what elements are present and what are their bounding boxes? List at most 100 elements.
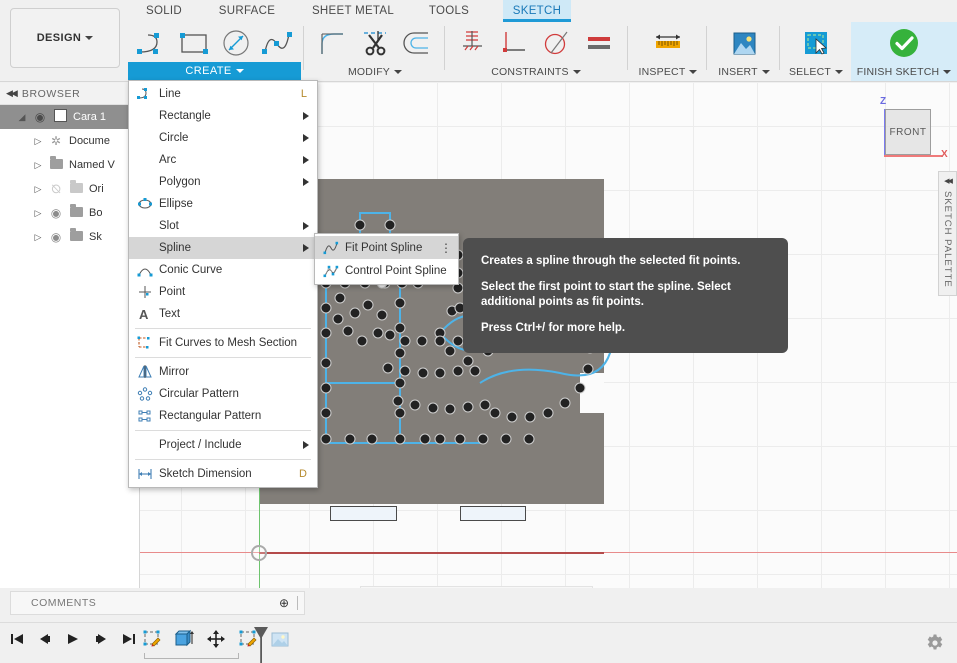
submenu-arrow-icon xyxy=(303,244,309,252)
menu-item-rectangular-pattern[interactable]: Rectangular Pattern xyxy=(129,405,317,427)
equal-icon[interactable] xyxy=(580,25,618,61)
timeline-status-bar xyxy=(0,622,957,663)
design-workspace-button[interactable]: DESIGN xyxy=(10,8,120,68)
tab-solid[interactable]: SOLID xyxy=(133,0,195,22)
tree-item-bodies[interactable]: ▷ ◉ Bo xyxy=(0,201,139,225)
folder-icon xyxy=(66,203,86,220)
ribbon-group-inspect: INSPECT xyxy=(632,22,704,81)
x-axis-indicator xyxy=(884,155,942,157)
view-cube-face[interactable]: FRONT xyxy=(885,109,931,155)
fit-curves-icon xyxy=(135,336,155,350)
menu-item-sketch-dimension[interactable]: Sketch Dimension D xyxy=(129,463,317,485)
expand-arrow-icon[interactable]: ▷ xyxy=(30,136,46,147)
rectangle-icon[interactable] xyxy=(175,25,213,61)
ribbon-group-finish-sketch[interactable]: FINISH SKETCH xyxy=(851,22,957,81)
line-icon[interactable] xyxy=(133,25,171,61)
perpendicular-icon[interactable] xyxy=(496,25,534,61)
tree-item-document-settings[interactable]: ▷ ✲ Docume xyxy=(0,129,139,153)
expand-arrow-icon[interactable]: ▷ xyxy=(30,160,46,171)
z-axis-label: Z xyxy=(880,96,887,107)
trim-icon[interactable] xyxy=(356,25,394,61)
menu-item-text[interactable]: A Text xyxy=(129,303,317,325)
fix-constraint-icon[interactable] xyxy=(454,25,492,61)
tab-sheet-metal[interactable]: SHEET METAL xyxy=(305,0,401,22)
menu-item-line[interactable]: Line L xyxy=(129,83,317,105)
create-dropdown-button[interactable]: CREATE xyxy=(128,62,301,80)
timeline-marker[interactable] xyxy=(252,625,270,663)
tab-tools[interactable]: TOOLS xyxy=(420,0,478,22)
circle-icon[interactable] xyxy=(217,25,255,61)
resize-handle[interactable] xyxy=(297,596,298,610)
ribbon-group-inspect-label: INSPECT xyxy=(632,66,704,78)
select-window-icon[interactable] xyxy=(797,25,835,61)
menu-item-point[interactable]: Point xyxy=(129,281,317,303)
offset-icon[interactable] xyxy=(398,25,436,61)
check-icon[interactable] xyxy=(885,25,923,61)
expand-arrow-icon[interactable]: ▷ xyxy=(30,184,46,195)
tree-item-label: Bo xyxy=(89,207,103,219)
origin-point xyxy=(251,545,267,561)
fillet-icon[interactable] xyxy=(314,25,352,61)
view-cube[interactable]: FRONT Z X xyxy=(875,96,948,161)
menu-item-slot[interactable]: Slot xyxy=(129,215,317,237)
expand-arrow-icon[interactable]: ▷ xyxy=(30,208,46,219)
tree-item-origin[interactable]: ▷ ⦰ Ori xyxy=(0,177,139,201)
visibility-eye-icon[interactable]: ◉ xyxy=(46,230,66,244)
collapse-left-icon[interactable]: ◀◀ xyxy=(944,177,953,185)
tangent-icon[interactable] xyxy=(538,25,576,61)
jump-to-beginning-icon[interactable] xyxy=(8,629,26,649)
divider xyxy=(135,430,311,431)
conic-curve-icon xyxy=(135,263,155,277)
step-back-icon[interactable] xyxy=(36,629,54,649)
play-icon[interactable] xyxy=(64,629,82,649)
tree-item-named-views[interactable]: ▷ Named V xyxy=(0,153,139,177)
chevron-down-icon xyxy=(943,70,952,75)
menu-item-fit-point-spline[interactable]: Fit Point Spline ⋮ xyxy=(315,236,458,259)
submenu-arrow-icon xyxy=(303,156,309,164)
timeline-item-move[interactable] xyxy=(204,627,228,651)
visibility-hidden-icon[interactable]: ⦰ xyxy=(46,182,66,197)
menu-item-fit-curves-to-mesh-section[interactable]: Fit Curves to Mesh Section xyxy=(129,332,317,354)
step-forward-icon[interactable] xyxy=(92,629,110,649)
menu-item-arc[interactable]: Arc xyxy=(129,149,317,171)
expand-arrow-icon[interactable]: ◢ xyxy=(14,112,30,123)
menu-item-circle[interactable]: Circle xyxy=(129,127,317,149)
menu-item-polygon[interactable]: Polygon xyxy=(129,171,317,193)
measure-icon[interactable] xyxy=(649,25,687,61)
spline-icon[interactable] xyxy=(259,25,297,61)
menu-item-rectangle[interactable]: Rectangle xyxy=(129,105,317,127)
menu-item-ellipse[interactable]: Ellipse xyxy=(129,193,317,215)
ribbon-group-modify-label: MODIFY xyxy=(310,66,440,78)
tab-sketch[interactable]: SKETCH xyxy=(503,0,571,22)
comments-panel[interactable]: COMMENTS ⊕ xyxy=(10,591,305,615)
menu-item-control-point-spline[interactable]: Control Point Spline xyxy=(315,259,458,282)
ribbon-group-constraints-label: CONSTRAINTS xyxy=(450,66,622,78)
add-comment-icon[interactable]: ⊕ xyxy=(279,596,289,610)
timeline-item-extrude[interactable] xyxy=(172,627,196,651)
timeline-item-sketch-1[interactable] xyxy=(140,627,164,651)
menu-item-conic-curve[interactable]: Conic Curve xyxy=(129,259,317,281)
tooltip-line-3: Press Ctrl+/ for more help. xyxy=(481,322,626,334)
tree-item-sketches[interactable]: ▷ ◉ Sk xyxy=(0,225,139,249)
control-point-spline-icon xyxy=(321,264,341,278)
timeline-playback-controls xyxy=(8,629,138,649)
menu-item-project-include[interactable]: Project / Include xyxy=(129,434,317,456)
tab-surface[interactable]: SURFACE xyxy=(211,0,283,22)
timeline-item-canvas[interactable] xyxy=(268,627,292,651)
jump-to-end-icon[interactable] xyxy=(120,629,138,649)
expand-arrow-icon[interactable]: ▷ xyxy=(30,232,46,243)
menu-item-mirror[interactable]: Mirror xyxy=(129,361,317,383)
gear-icon[interactable] xyxy=(925,633,945,653)
menu-item-circular-pattern[interactable]: Circular Pattern xyxy=(129,383,317,405)
visibility-eye-icon[interactable]: ◉ xyxy=(46,206,66,220)
menu-item-spline[interactable]: Spline xyxy=(129,237,317,259)
insert-image-icon[interactable] xyxy=(725,25,763,61)
collapse-left-icon[interactable]: ◀◀ xyxy=(6,88,18,99)
x-axis-label: X xyxy=(941,149,948,160)
sketch-palette-tab[interactable]: ◀◀ SKETCH PALETTE xyxy=(938,171,957,296)
tree-item-cara-1[interactable]: ◢ ◉ Cara 1 xyxy=(0,105,139,129)
text-icon: A xyxy=(135,307,155,321)
more-options-icon[interactable]: ⋮ xyxy=(440,242,452,254)
ribbon-group-select: SELECT xyxy=(784,22,848,81)
visibility-eye-icon[interactable]: ◉ xyxy=(30,110,50,124)
